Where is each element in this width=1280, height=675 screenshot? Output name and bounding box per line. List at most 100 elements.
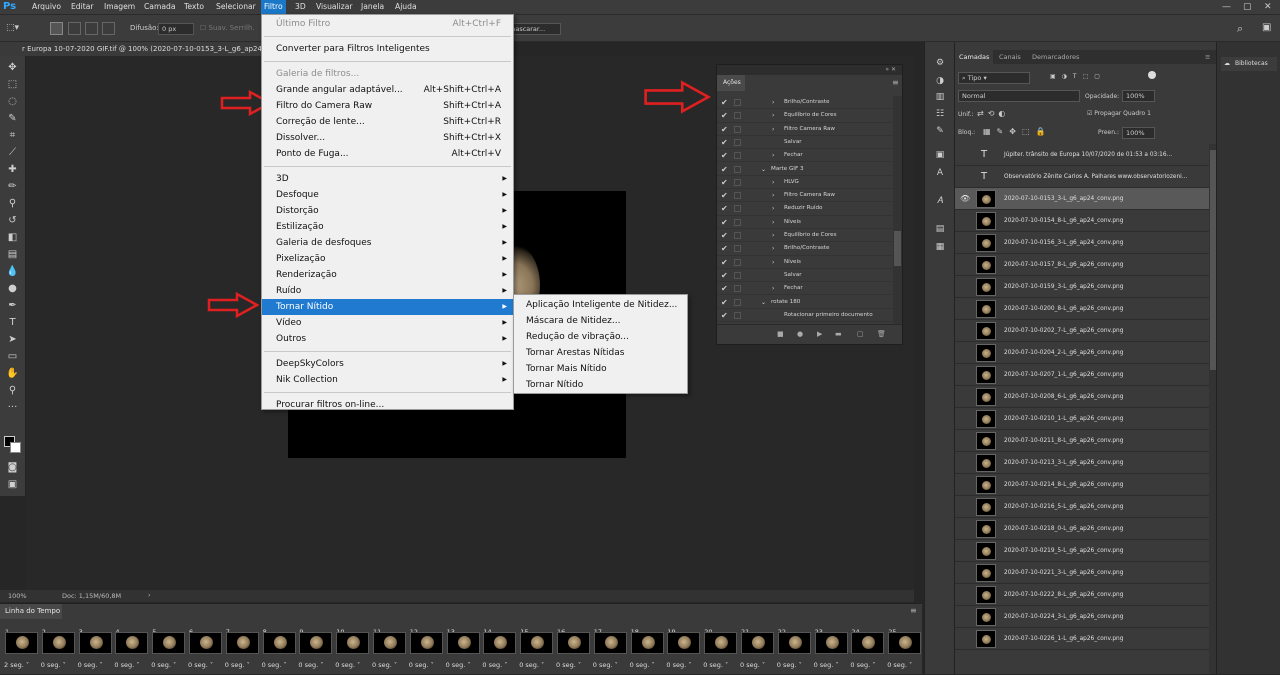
check-icon[interactable]: ✔ — [721, 296, 728, 309]
tab-layers[interactable]: Camadas — [955, 50, 994, 64]
levels-icon[interactable]: ▥ — [933, 90, 947, 104]
more-tools-icon[interactable]: ··· — [4, 400, 21, 415]
filter-menu-item[interactable]: Dissolver... Shift+Ctrl+X — [262, 130, 513, 146]
layer-row[interactable]: 2020-07-10-0224_3-L_g6_ap26_conv.png — [955, 606, 1210, 628]
propagate-frame-checkbox[interactable]: ☑ Propagar Quadro 1 — [1087, 110, 1151, 117]
frame-delay[interactable]: 0 seg. ˅ — [666, 661, 691, 669]
layer-row[interactable]: 2020-07-10-0208_6-L_g6_ap26_conv.png — [955, 386, 1210, 408]
expand-twisty-icon[interactable]: › — [772, 176, 774, 189]
layer-row[interactable]: T Observatório Zênite Carlos A. Palhares … — [955, 166, 1210, 188]
background-color-swatch[interactable] — [10, 442, 21, 453]
timeline-frame[interactable]: 50 seg. ˅ — [151, 625, 187, 675]
expand-twisty-icon[interactable]: ⌄ — [761, 163, 766, 176]
visibility-eye-icon[interactable]: 👁 — [960, 188, 970, 209]
action-row[interactable]: ✔ › Níveis — [717, 256, 893, 269]
check-icon[interactable]: ✔ — [721, 176, 728, 189]
quick-mask-icon[interactable]: ◙ — [4, 460, 21, 475]
timeline-frame[interactable]: 140 seg. ˅ — [482, 625, 518, 675]
layer-filter-icons[interactable]: ▣◑T⬚▢ — [1050, 73, 1106, 80]
action-row[interactable]: ✔ › Equilíbrio de Cores — [717, 109, 893, 123]
dialog-toggle[interactable] — [734, 311, 741, 319]
minimize-icon[interactable]: — — [1222, 0, 1231, 14]
action-row[interactable]: ✔ ⌄ Marte GIF 3 — [717, 163, 893, 176]
dialog-toggle[interactable] — [734, 192, 741, 200]
sharpen-menu-item[interactable]: Tornar Mais Nítido — [514, 361, 687, 377]
timeline-frame[interactable]: 160 seg. ˅ — [556, 625, 592, 675]
action-row[interactable]: ✔ Salvar — [717, 269, 893, 283]
tab-paths[interactable]: Demarcadores — [1032, 50, 1079, 64]
filter-menu-item[interactable]: Desfoque ▶ — [262, 187, 513, 203]
layer-row[interactable]: 👁 2020-07-10-0153_3-L_g6_ap24_conv.png — [955, 188, 1210, 210]
action-row[interactable]: ✔ › HLVG — [717, 176, 893, 190]
frame-delay[interactable]: 0 seg. ˅ — [887, 661, 912, 669]
frame-delay[interactable]: 0 seg. ˅ — [556, 661, 581, 669]
panel-menu-icon[interactable]: ≡ — [910, 606, 917, 615]
dialog-toggle[interactable] — [734, 112, 741, 120]
stop-icon[interactable]: ■ — [777, 330, 784, 338]
action-row[interactable]: ✔ › Brilho/Contraste — [717, 242, 893, 256]
filter-menu-item[interactable]: Distorção ▶ — [262, 203, 513, 219]
frame-delay[interactable]: 0 seg. ˅ — [740, 661, 765, 669]
dialog-toggle[interactable] — [734, 99, 741, 106]
blend-mode-select[interactable]: Normal — [958, 90, 1080, 102]
dialog-toggle[interactable] — [734, 125, 741, 133]
properties-icon[interactable]: ⚙ — [933, 56, 947, 70]
action-row[interactable]: ✔ › Reduzir Ruído — [717, 202, 893, 216]
filter-menu-item[interactable]: Galeria de filtros... — [262, 66, 513, 82]
dialog-toggle[interactable] — [734, 232, 741, 239]
dialog-toggle[interactable] — [734, 152, 741, 160]
character-icon[interactable]: A — [933, 166, 947, 180]
timeline-frame[interactable]: 240 seg. ˅ — [850, 625, 886, 675]
sharpen-menu-item[interactable]: Aplicação Inteligente de Nitidez... — [514, 297, 687, 313]
menu-imagem[interactable]: Imagem — [101, 0, 138, 14]
filter-menu-item[interactable]: Correção de lente... Shift+Ctrl+R — [262, 114, 513, 130]
filter-menu-item[interactable]: Renderização ▶ — [262, 267, 513, 283]
expand-twisty-icon[interactable]: › — [772, 282, 774, 295]
clone-source-icon[interactable]: ▣ — [933, 148, 947, 162]
histogram-icon[interactable]: ☷ — [933, 107, 947, 121]
menu-selecionar[interactable]: Selecionar — [213, 0, 259, 14]
check-icon[interactable]: ✔ — [721, 242, 728, 255]
frame-delay[interactable]: 2 seg. ˅ — [4, 661, 29, 669]
layer-row[interactable]: 2020-07-10-0159_3-L_g6_ap26_conv.png — [955, 276, 1210, 298]
timeline-frame[interactable]: 230 seg. ˅ — [814, 625, 850, 675]
frame-delay[interactable]: 0 seg. ˅ — [703, 661, 728, 669]
frame-delay[interactable]: 0 seg. ˅ — [114, 661, 139, 669]
screen-mode-icon[interactable]: ▣ — [4, 477, 21, 492]
swatches-icon[interactable]: ▦ — [933, 240, 947, 254]
timeline-frame[interactable]: 210 seg. ˅ — [740, 625, 776, 675]
eyedropper-tool-icon[interactable]: ⟋ — [4, 145, 21, 160]
layer-row[interactable]: T Júpiter. trânsito de Europa 10/07/2020 … — [955, 144, 1210, 166]
sharpen-menu-item[interactable]: Redução de vibração... — [514, 329, 687, 345]
dialog-toggle[interactable] — [734, 298, 741, 306]
frame-delay[interactable]: 0 seg. ˅ — [850, 661, 875, 669]
timeline-frame[interactable]: 110 seg. ˅ — [372, 625, 408, 675]
expand-twisty-icon[interactable]: › — [772, 216, 774, 229]
lock-icons[interactable]: ▦✎✥⬚🔒 — [983, 127, 1051, 136]
check-icon[interactable]: ✔ — [721, 309, 728, 322]
timeline-frame[interactable]: 250 seg. ˅ — [887, 625, 923, 675]
check-icon[interactable]: ✔ — [721, 136, 728, 149]
crop-tool-icon[interactable]: ⌗ — [4, 128, 21, 143]
layer-row[interactable]: 2020-07-10-0213_3-L_g6_ap26_conv.png — [955, 452, 1210, 474]
fill-input[interactable]: 100% — [1122, 127, 1155, 139]
sharpen-menu-item[interactable]: Máscara de Nitidez... — [514, 313, 687, 329]
layer-row[interactable]: 2020-07-10-0157_8-L_g6_ap26_conv.png — [955, 254, 1210, 276]
expand-twisty-icon[interactable]: › — [772, 149, 774, 162]
timeline-frame[interactable]: 80 seg. ˅ — [262, 625, 298, 675]
check-icon[interactable]: ✔ — [721, 269, 728, 282]
adjustments-icon[interactable]: ◑ — [933, 74, 947, 88]
quick-select-tool-icon[interactable]: ✎ — [4, 111, 21, 126]
subtract-selection-icon[interactable] — [85, 22, 98, 35]
tab-channels[interactable]: Canais — [999, 50, 1021, 64]
layer-kind-filter[interactable]: ⌕ Tipo ▾ — [958, 72, 1030, 84]
panel-menu-icon[interactable]: ≡ — [892, 78, 899, 87]
dialog-toggle[interactable] — [734, 271, 741, 279]
check-icon[interactable]: ✔ — [721, 256, 728, 269]
hand-tool-icon[interactable]: ✋ — [4, 366, 21, 381]
sharpen-menu-item[interactable]: Tornar Nítido — [514, 377, 687, 393]
eraser-tool-icon[interactable]: ◧ — [4, 230, 21, 245]
timeline-frame[interactable]: 90 seg. ˅ — [298, 625, 334, 675]
intersect-selection-icon[interactable] — [102, 22, 115, 35]
menu-arquivo[interactable]: Arquivo — [29, 0, 64, 14]
